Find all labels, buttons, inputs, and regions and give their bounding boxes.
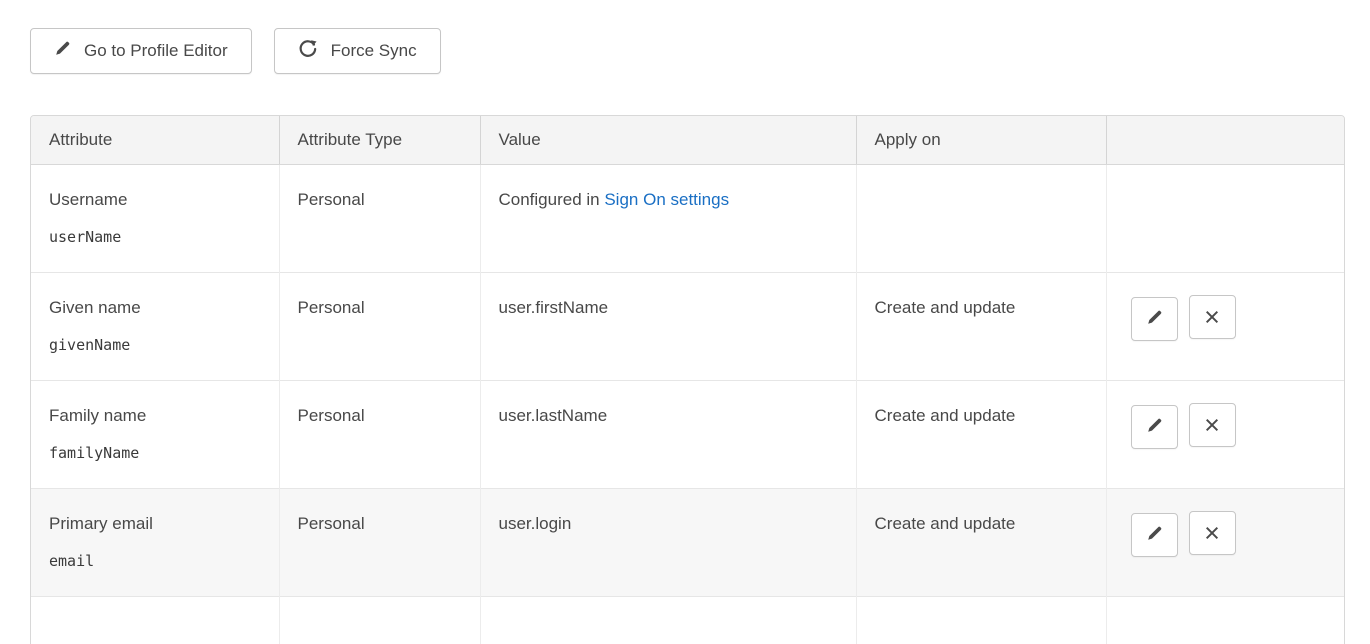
attribute-mappings-page: Go to Profile Editor Force Sync Attribut…: [0, 0, 1370, 644]
go-to-profile-editor-label: Go to Profile Editor: [84, 41, 228, 61]
close-icon: ×: [1204, 520, 1220, 547]
go-to-profile-editor-button[interactable]: Go to Profile Editor: [30, 28, 252, 74]
close-icon: ×: [1204, 412, 1220, 439]
table-header-row: Attribute Attribute Type Value Apply on: [31, 116, 1344, 165]
column-header-attribute: Attribute: [31, 116, 279, 165]
value-cell: Configured in Sign On settings: [480, 165, 856, 273]
attribute-variable-name: email: [49, 552, 261, 570]
table-row-partial: [31, 597, 1344, 644]
attribute-type-value: Personal: [298, 298, 365, 317]
pencil-icon: [1146, 417, 1163, 437]
column-header-actions: [1106, 116, 1344, 165]
attribute-type-cell: Personal: [279, 489, 480, 597]
pencil-icon: [1146, 525, 1163, 545]
edit-attribute-button[interactable]: [1131, 297, 1178, 341]
row-actions: [1106, 165, 1344, 273]
attribute-label: Given name: [49, 298, 261, 318]
edit-attribute-button[interactable]: [1131, 513, 1178, 557]
table-row: Primary email email Personal user.login …: [31, 489, 1344, 597]
mapping-value: Configured in: [499, 190, 605, 209]
attribute-type-value: Personal: [298, 514, 365, 533]
attribute-cell: Username userName: [31, 165, 279, 273]
row-actions: ×: [1106, 489, 1344, 597]
close-icon: ×: [1204, 304, 1220, 331]
delete-attribute-button[interactable]: ×: [1189, 511, 1236, 555]
toolbar: Go to Profile Editor Force Sync: [30, 28, 1345, 74]
delete-attribute-button[interactable]: ×: [1189, 295, 1236, 339]
attribute-label: Username: [49, 190, 261, 210]
row-actions: ×: [1106, 273, 1344, 381]
attribute-cell: Primary email email: [31, 489, 279, 597]
table-row: Username userName Personal Configured in…: [31, 165, 1344, 273]
mapping-value: user.lastName: [499, 406, 608, 425]
attribute-type-cell: Personal: [279, 381, 480, 489]
attribute-cell: Family name familyName: [31, 381, 279, 489]
table-row: Given name givenName Personal user.first…: [31, 273, 1344, 381]
edit-attribute-button[interactable]: [1131, 405, 1178, 449]
pencil-icon: [54, 40, 71, 62]
apply-on-cell: Create and update: [856, 489, 1106, 597]
apply-on-cell: [856, 165, 1106, 273]
attribute-type-value: Personal: [298, 406, 365, 425]
apply-on-cell: Create and update: [856, 273, 1106, 381]
column-header-attribute-type: Attribute Type: [279, 116, 480, 165]
attribute-type-cell: Personal: [279, 165, 480, 273]
apply-on-value: Create and update: [875, 298, 1016, 317]
force-sync-button[interactable]: Force Sync: [274, 28, 441, 74]
sign-on-settings-link[interactable]: Sign On settings: [604, 190, 729, 209]
attribute-mappings-table: Attribute Attribute Type Value Apply on …: [30, 115, 1345, 644]
attribute-label: Family name: [49, 406, 261, 426]
force-sync-label: Force Sync: [331, 41, 417, 61]
delete-attribute-button[interactable]: ×: [1189, 403, 1236, 447]
apply-on-value: Create and update: [875, 514, 1016, 533]
mapping-value: user.login: [499, 514, 572, 533]
attribute-type-cell: Personal: [279, 273, 480, 381]
attribute-type-value: Personal: [298, 190, 365, 209]
column-header-apply-on: Apply on: [856, 116, 1106, 165]
attribute-variable-name: givenName: [49, 336, 261, 354]
attribute-variable-name: familyName: [49, 444, 261, 462]
attribute-cell: Given name givenName: [31, 273, 279, 381]
column-header-value: Value: [480, 116, 856, 165]
table-row: Family name familyName Personal user.las…: [31, 381, 1344, 489]
value-cell: user.lastName: [480, 381, 856, 489]
attribute-variable-name: userName: [49, 228, 261, 246]
mapping-value: user.firstName: [499, 298, 609, 317]
attribute-label: Primary email: [49, 514, 261, 534]
pencil-icon: [1146, 309, 1163, 329]
value-cell: user.login: [480, 489, 856, 597]
apply-on-cell: Create and update: [856, 381, 1106, 489]
row-actions: ×: [1106, 381, 1344, 489]
value-cell: user.firstName: [480, 273, 856, 381]
sync-icon: [298, 39, 318, 64]
apply-on-value: Create and update: [875, 406, 1016, 425]
